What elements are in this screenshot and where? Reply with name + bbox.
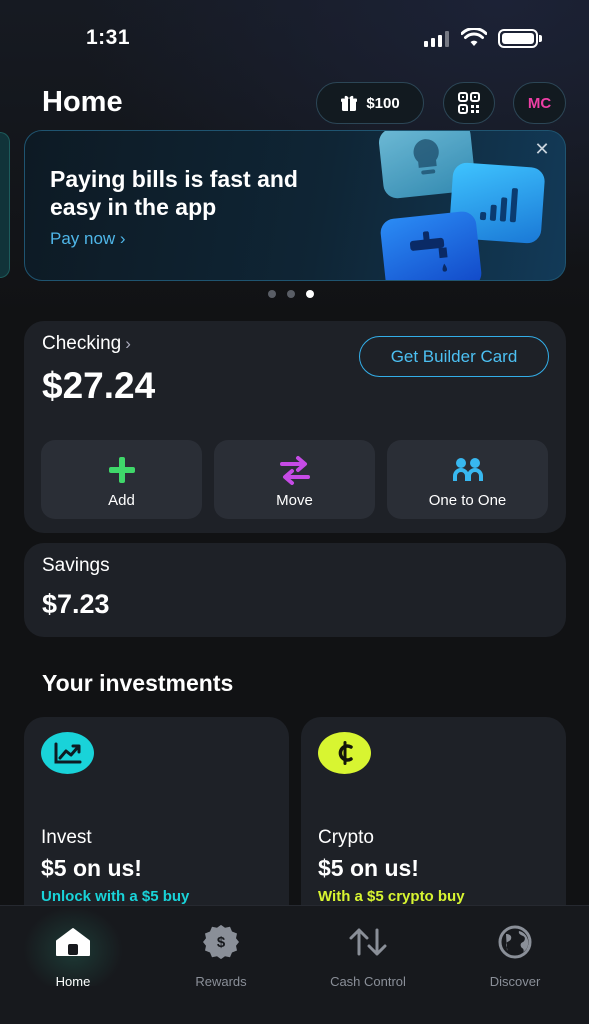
battery-cap: [539, 35, 542, 42]
qr-code-icon: [458, 92, 480, 114]
checking-balance: $27.24: [42, 365, 156, 406]
checking-header[interactable]: Checking ›: [42, 333, 131, 355]
carousel-dot[interactable]: [268, 290, 276, 298]
rewards-amount: $100: [366, 94, 400, 112]
carousel-dot[interactable]: [287, 290, 295, 298]
one-to-one-button[interactable]: One to One: [387, 440, 548, 519]
up-down-arrows-icon: [349, 928, 387, 956]
promo-card[interactable]: Paying bills is fast and easy in the app…: [24, 130, 566, 281]
move-label: Move: [276, 492, 313, 509]
nav-cash-control[interactable]: Cash Control: [308, 924, 428, 989]
nav-discover[interactable]: Discover: [455, 924, 575, 989]
nav-cash-control-label: Cash Control: [330, 974, 406, 989]
nav-home[interactable]: Home: [13, 924, 133, 989]
page-title: Home: [42, 86, 123, 118]
savings-label: Savings: [42, 555, 110, 576]
status-time: 1:31: [86, 26, 131, 49]
investments-section-title: Your investments: [42, 670, 234, 696]
crypto-icon-badge: [318, 732, 371, 774]
cent-icon: [338, 741, 353, 765]
add-money-button[interactable]: Add: [41, 440, 202, 519]
gift-icon: [341, 95, 358, 111]
checking-actions: Add Move One to One: [41, 440, 548, 519]
globe-icon: [498, 925, 532, 959]
chevron-right-icon: ›: [125, 334, 131, 353]
dollar-badge-icon: $: [203, 925, 239, 959]
checking-card[interactable]: Checking › $27.24 Get Builder Card Add M…: [24, 321, 566, 533]
faucet-icon: [409, 231, 448, 272]
move-money-button[interactable]: Move: [214, 440, 375, 519]
status-bar: 1:31: [0, 0, 589, 78]
carousel-dot-active[interactable]: [306, 290, 314, 298]
avatar[interactable]: MC: [513, 82, 566, 124]
checking-label: Checking: [42, 333, 122, 354]
bottom-navigation: Home $ Rewards Cash Control Discover: [0, 905, 589, 1024]
carousel-page-indicator: [268, 290, 314, 298]
get-builder-card-button[interactable]: Get Builder Card: [359, 336, 549, 377]
add-label: Add: [108, 492, 135, 509]
invest-subtext: Unlock with a $5 buy: [41, 888, 190, 905]
close-icon[interactable]: ✕: [533, 140, 551, 158]
wifi-icon: [461, 28, 487, 46]
invest-name: Invest: [41, 827, 92, 848]
home-icon: [56, 928, 90, 956]
nav-rewards-label: Rewards: [195, 974, 247, 989]
pay-now-link[interactable]: Pay now ›: [50, 229, 126, 249]
swap-arrows-icon: [279, 456, 310, 485]
cellular-signal-icon: [424, 31, 450, 47]
savings-balance: $7.23: [42, 589, 110, 619]
rewards-balance-button[interactable]: $100: [316, 82, 424, 124]
people-icon: [452, 458, 483, 481]
nav-discover-label: Discover: [489, 974, 541, 989]
svg-text:$: $: [217, 934, 226, 951]
plus-icon: [108, 457, 135, 483]
chart-up-icon: [54, 742, 81, 764]
invest-offer: $5 on us!: [41, 855, 142, 881]
previous-promo-card-peek[interactable]: [0, 132, 10, 278]
one-to-one-label: One to One: [428, 492, 507, 509]
nav-rewards[interactable]: $ Rewards: [161, 924, 281, 989]
invest-icon-badge: [41, 732, 94, 774]
faucet-tile: [379, 210, 483, 280]
savings-card[interactable]: Savings $7.23: [24, 543, 566, 637]
battery-icon: [498, 29, 538, 48]
qr-scan-button[interactable]: [443, 82, 495, 124]
crypto-subtext: With a $5 crypto buy: [318, 888, 465, 905]
crypto-name: Crypto: [318, 827, 374, 848]
crypto-offer: $5 on us!: [318, 855, 419, 881]
promo-title: Paying bills is fast and easy in the app: [50, 166, 298, 220]
nav-home-label: Home: [55, 974, 91, 989]
